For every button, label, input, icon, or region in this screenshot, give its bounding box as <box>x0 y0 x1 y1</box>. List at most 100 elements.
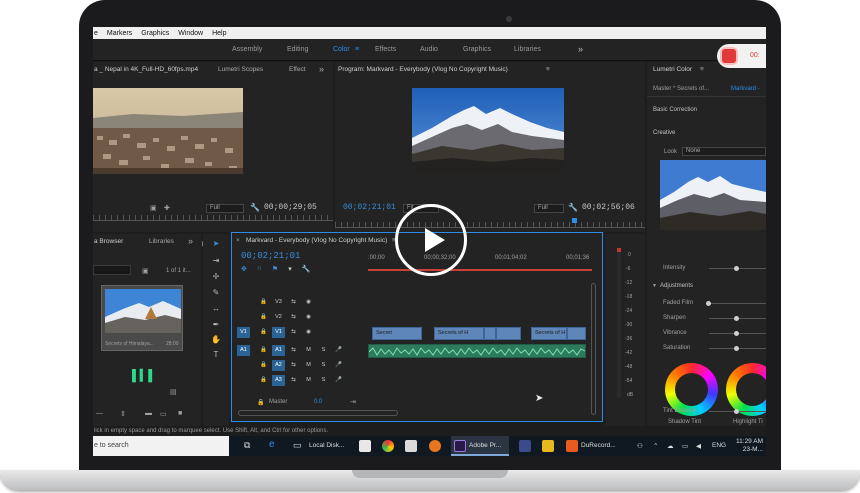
mute-button[interactable]: M <box>302 345 315 356</box>
sync-icon[interactable]: ⇆ <box>287 297 300 308</box>
program-menu-icon[interactable]: ≡ <box>546 66 550 73</box>
chevron-up-icon[interactable]: ⌃ <box>653 442 658 450</box>
lumetri-title[interactable]: Lumetri Color <box>653 66 692 73</box>
mute-button[interactable]: M <box>302 375 315 386</box>
solo-button[interactable]: S <box>317 360 330 371</box>
look-select[interactable]: None <box>682 147 766 156</box>
source-patch-a1[interactable]: A1 <box>237 345 250 356</box>
workspace-color[interactable]: Color <box>333 46 350 53</box>
adjustments-section[interactable]: Adjustments <box>660 283 693 289</box>
mute-button[interactable]: M <box>302 360 315 371</box>
sync-icon[interactable]: ⇆ <box>287 360 300 371</box>
mic-icon[interactable]: 🎤 <box>332 360 345 371</box>
effect-controls-tab[interactable]: Effect <box>289 66 306 73</box>
timeline-settings-icon[interactable]: 🔧 <box>302 265 311 273</box>
workspace-assembly[interactable]: Assembly <box>232 46 262 53</box>
lock-icon[interactable]: 🔒 <box>257 360 270 371</box>
source-fit-select[interactable]: Full <box>206 204 244 213</box>
video-clip[interactable] <box>567 327 586 340</box>
language-indicator[interactable]: ENG <box>712 442 726 449</box>
workspace-audio[interactable]: Audio <box>420 46 438 53</box>
local-disk-icon[interactable]: ▭ <box>293 440 302 451</box>
tint-balance-knob[interactable] <box>734 409 739 414</box>
task-view-icon[interactable]: ⧉ <box>244 440 250 451</box>
nest-icon[interactable]: ✥ <box>241 265 247 273</box>
eye-icon[interactable]: ◉ <box>302 297 315 308</box>
firefox-icon[interactable] <box>429 440 441 452</box>
workspace-effects[interactable]: Effects <box>375 46 396 53</box>
durecorder-label[interactable]: DuRecord... <box>581 442 616 449</box>
lock-icon[interactable]: 🔒 <box>257 345 270 356</box>
wrench-icon[interactable]: 🔧 <box>250 203 260 212</box>
workspace-graphics[interactable]: Graphics <box>463 46 491 53</box>
pen-tool-icon[interactable]: ✒ <box>209 320 223 332</box>
mail-icon[interactable] <box>405 440 417 452</box>
libraries-tab[interactable]: Libraries <box>149 238 174 245</box>
master-lock-icon[interactable]: 🔒 <box>257 399 264 406</box>
sync-icon[interactable]: ⇆ <box>287 312 300 323</box>
sync-icon[interactable]: ⇆ <box>287 345 300 356</box>
edge-icon[interactable]: e <box>269 439 275 450</box>
lumetri-scopes-tab[interactable]: Lumetri Scopes <box>218 66 263 73</box>
source-overflow-icon[interactable]: » <box>319 64 324 74</box>
mic-icon[interactable]: 🎤 <box>332 345 345 356</box>
sequence-title[interactable]: Markvard - Everybody (Vlog No Copyright … <box>246 237 387 244</box>
people-icon[interactable]: ⚇ <box>637 442 643 450</box>
highlight-tint-wheel[interactable] <box>726 363 766 416</box>
intensity-knob[interactable] <box>734 266 739 271</box>
program-title[interactable]: Program: Markvard - Everybody (Vlog No C… <box>338 66 508 73</box>
track-label[interactable]: V1 <box>272 327 285 338</box>
media-search-input[interactable] <box>93 265 131 275</box>
sync-icon[interactable]: ⇆ <box>287 375 300 386</box>
new-item-icon[interactable]: ▭ <box>160 410 167 418</box>
solo-button[interactable]: S <box>317 345 330 356</box>
volume-icon[interactable]: ◀ <box>696 442 701 450</box>
cloud-icon[interactable]: ☁ <box>667 442 674 450</box>
track-label[interactable]: V2 <box>272 312 285 323</box>
lock-icon[interactable]: 🔒 <box>257 312 270 323</box>
razor-tool-icon[interactable]: ✎ <box>209 288 223 300</box>
sync-icon[interactable]: ⇆ <box>287 327 300 338</box>
type-tool-icon[interactable]: T <box>209 350 223 362</box>
creative-section[interactable]: Creative <box>653 130 675 136</box>
saturation-knob[interactable] <box>734 346 739 351</box>
video-clip[interactable] <box>496 327 521 340</box>
faded-film-knob[interactable] <box>706 301 711 306</box>
faded-film-slider[interactable] <box>709 303 766 304</box>
track-label[interactable]: A3 <box>272 375 285 386</box>
lock-icon[interactable]: 🔒 <box>257 375 270 386</box>
menu-help[interactable]: Help <box>212 30 226 37</box>
media-overflow-icon[interactable]: » <box>188 236 193 246</box>
workspace-libraries[interactable]: Libraries <box>514 46 541 53</box>
workspace-overflow-icon[interactable]: » <box>578 44 583 54</box>
durecorder-icon[interactable] <box>566 440 578 452</box>
program-timecode[interactable]: 00;02;21;01 <box>343 203 396 212</box>
menu-graphics[interactable]: Graphics <box>141 30 169 37</box>
media-browser-tab[interactable]: a Browser <box>94 238 123 245</box>
slip-tool-icon[interactable]: ↔ <box>209 304 223 316</box>
workspace-menu-icon[interactable]: ≡ <box>355 46 359 53</box>
source-patch-v1[interactable]: V1 <box>237 327 250 338</box>
eye-icon[interactable]: ◉ <box>302 312 315 323</box>
video-clip[interactable] <box>484 327 496 340</box>
record-button[interactable]: 00: <box>717 44 766 68</box>
network-icon[interactable]: ▭ <box>682 442 688 450</box>
app-icon[interactable] <box>519 440 531 452</box>
media-list-icon[interactable]: ▤ <box>170 388 177 396</box>
track-label[interactable]: A1 <box>272 345 285 356</box>
video-clip[interactable]: Secrets of H <box>434 327 484 340</box>
store-icon[interactable] <box>359 440 371 452</box>
lumetri-menu-icon[interactable]: ≡ <box>700 66 704 73</box>
source-tab[interactable]: a _ Nepal in 4K_Full-HD_60fps.mp4 <box>94 66 198 73</box>
audio-clip[interactable] <box>368 344 586 358</box>
linked-selection-icon[interactable]: ⚑ <box>272 265 278 273</box>
close-icon[interactable]: × <box>236 237 240 244</box>
source-ruler[interactable] <box>93 215 333 221</box>
solo-button[interactable]: S <box>317 375 330 386</box>
new-bin-icon[interactable]: ▣ <box>142 267 149 275</box>
add-marker-icon[interactable]: ▾ <box>288 265 292 273</box>
mic-icon[interactable]: 🎤 <box>332 375 345 386</box>
track-select-tool-icon[interactable]: ⇥ <box>209 256 223 268</box>
source-settings-icon[interactable]: ✚ <box>164 204 170 212</box>
track-label[interactable]: A2 <box>272 360 285 371</box>
